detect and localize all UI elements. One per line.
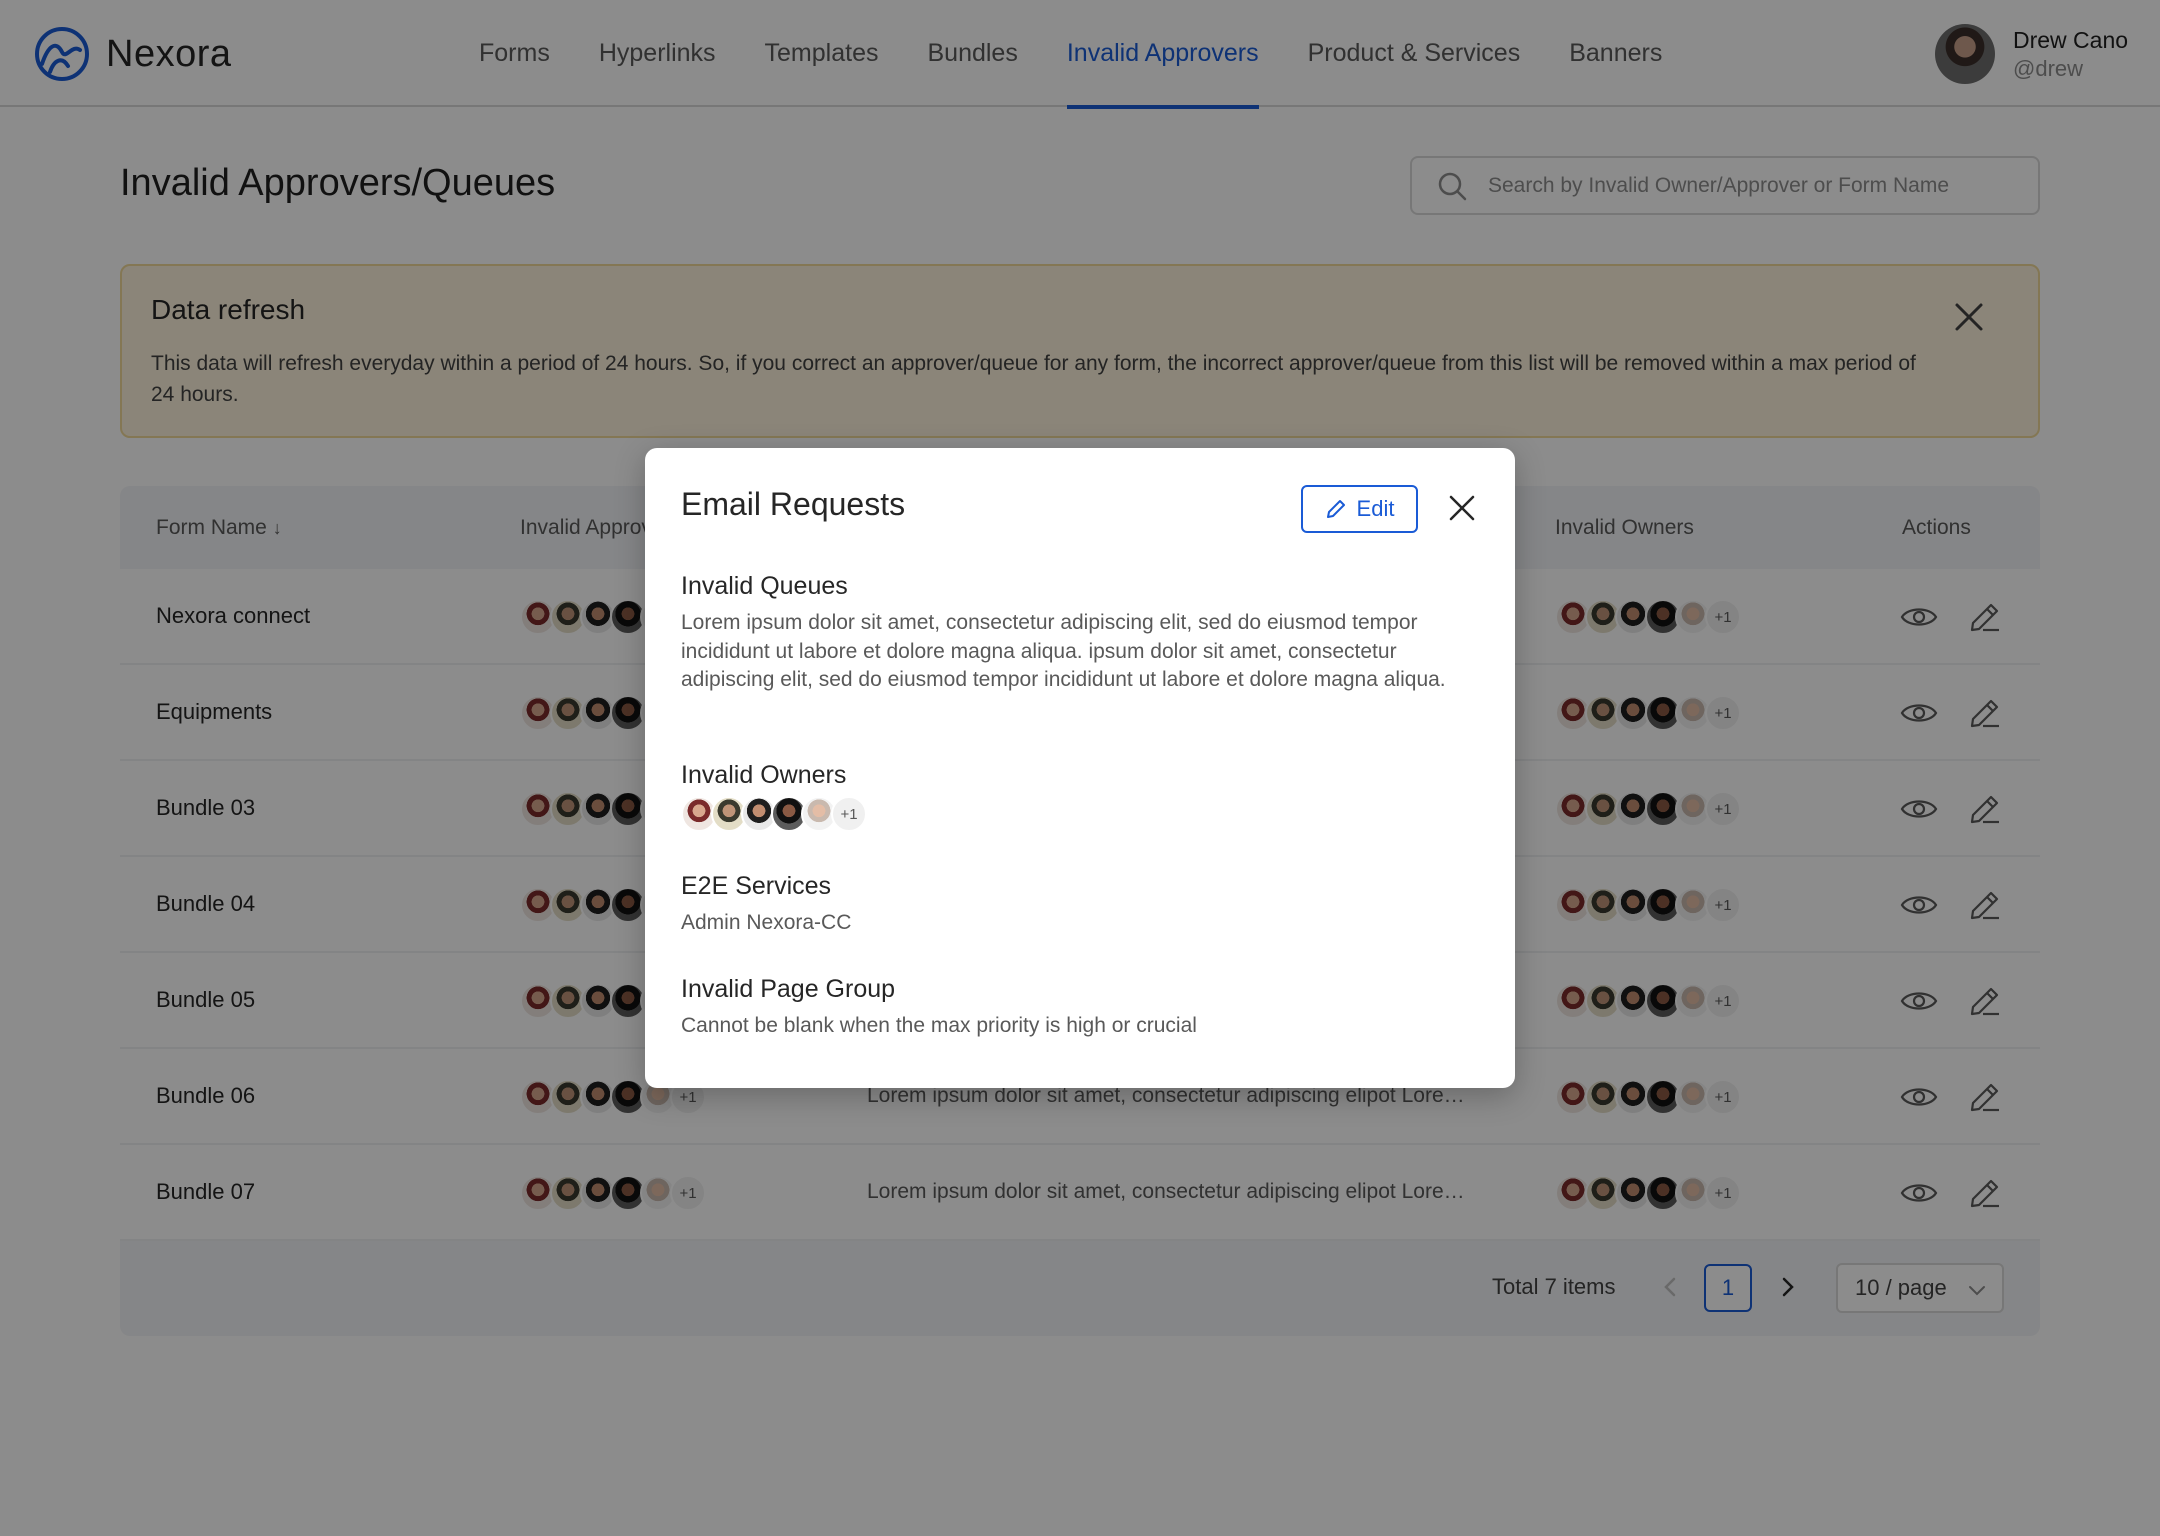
more-avatars-badge[interactable]: +1 (831, 796, 867, 832)
invalid-owners-title: Invalid Owners (681, 761, 847, 789)
e2e-services-text: Admin Nexora-CC (681, 911, 852, 934)
invalid-queues-title: Invalid Queues (681, 572, 848, 600)
invalid-page-group-text: Cannot be blank when the max priority is… (681, 1014, 1197, 1037)
e2e-services-title: E2E Services (681, 872, 832, 900)
edit-label: Edit (1356, 496, 1395, 521)
edit-button[interactable]: Edit (1301, 485, 1418, 533)
invalid-page-group-title: Invalid Page Group (681, 975, 896, 1003)
invalid-owners-avatars: +1 (681, 796, 867, 832)
modal-title: Email Requests (681, 486, 906, 522)
pencil-icon (1326, 500, 1345, 518)
invalid-queues-text: Lorem ipsum dolor sit amet, consectetur … (681, 611, 1446, 691)
modal-close-icon[interactable] (1446, 492, 1478, 524)
email-requests-modal: Email Requests Edit Invalid Queues Lorem… (645, 448, 1515, 1088)
